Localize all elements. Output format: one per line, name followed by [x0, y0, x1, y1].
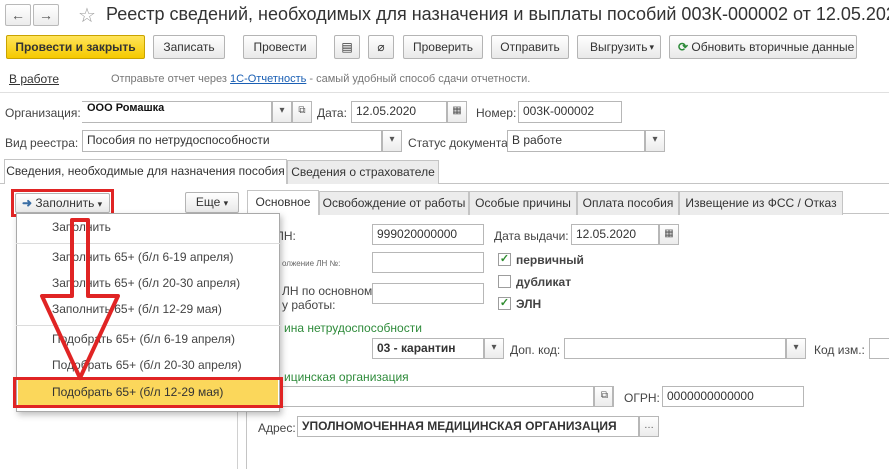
- main-job-label-2: у работы:: [282, 298, 336, 312]
- hint-suffix: - самый удобный способ сдачи отчетности.: [306, 73, 531, 85]
- org-field-border: [82, 101, 272, 123]
- extra-code-dropdown[interactable]: ▾: [786, 338, 806, 359]
- post-button[interactable]: Провести: [243, 35, 317, 59]
- address-label: Адрес:: [258, 421, 296, 435]
- chevron-down-icon: ▾: [649, 42, 654, 52]
- ogrn-field[interactable]: 0000000000000: [662, 386, 804, 407]
- doc-status-dropdown[interactable]: ▾: [645, 130, 665, 152]
- check-icon: ✓: [499, 253, 510, 265]
- favorite-star-icon[interactable]: ☆: [78, 3, 96, 28]
- write-button[interactable]: Записать: [153, 35, 225, 59]
- issue-date-calendar-button[interactable]: ▦: [659, 224, 679, 245]
- cause-dropdown[interactable]: ▾: [484, 338, 504, 359]
- doc-status-field[interactable]: В работе: [507, 130, 645, 152]
- forward-button[interactable]: →: [33, 4, 59, 26]
- issue-date-label: Дата выдачи:: [494, 229, 569, 243]
- post-and-close-button[interactable]: Провести и закрыть: [6, 35, 145, 59]
- chevron-down-icon: ▾: [279, 105, 285, 116]
- document-icon: ▤: [341, 40, 353, 54]
- send-button[interactable]: Отправить: [491, 35, 569, 59]
- annotation-arrow-down: [40, 218, 120, 380]
- address-select-button[interactable]: …: [639, 416, 659, 437]
- subtab-benefit-payment[interactable]: Оплата пособия: [577, 191, 679, 215]
- refresh-secondary-button[interactable]: ⟳ Обновить вторичные данные: [669, 35, 857, 59]
- subtab-main[interactable]: Основное: [247, 190, 319, 215]
- duplicate-label: дубликат: [516, 275, 572, 289]
- window-title: Реестр сведений, необходимых для назначе…: [106, 4, 889, 24]
- refresh-label: Обновить вторичные данные: [691, 40, 855, 54]
- number-field[interactable]: 003К-000002: [518, 101, 622, 123]
- arrow-right-icon: →: [39, 7, 53, 23]
- arrow-left-icon: ←: [11, 7, 25, 23]
- org-dropdown-button[interactable]: ▾: [272, 101, 292, 123]
- cause-field[interactable]: 03 - карантин: [372, 338, 484, 359]
- calendar-icon: ▦: [664, 228, 674, 239]
- address-field[interactable]: УПОЛНОМОЧЕННАЯ МЕДИЦИНСКАЯ ОРГАНИЗАЦИЯ: [297, 416, 639, 437]
- state-link[interactable]: В работе: [9, 72, 59, 86]
- registry-type-field[interactable]: Пособия по нетрудоспособности: [82, 130, 382, 152]
- calendar-icon: ▦: [452, 105, 462, 116]
- change-code-field[interactable]: [869, 338, 889, 359]
- extra-code-field[interactable]: [564, 338, 786, 359]
- org-open-button[interactable]: ⧉: [292, 101, 312, 123]
- chevron-down-icon: ▾: [223, 198, 229, 208]
- hint-prefix: Отправьте отчет через: [111, 73, 231, 85]
- refresh-icon: ⟳: [678, 40, 689, 54]
- tab-insurer-info[interactable]: Сведения о страхователе: [287, 160, 439, 184]
- med-org-field[interactable]: [282, 386, 594, 407]
- prev-ln-field[interactable]: [372, 252, 484, 273]
- export-dropdown[interactable]: Выгрузить ▾: [577, 35, 661, 59]
- reporting-hint: Отправьте отчет через 1С-Отчетность - са…: [111, 73, 530, 85]
- divider: [0, 92, 889, 93]
- med-org-open-button[interactable]: ⧉: [597, 386, 613, 407]
- doc-status-label: Статус документа:: [408, 136, 512, 150]
- check-icon: ✓: [499, 297, 510, 309]
- issue-date-field[interactable]: 12.05.2020: [571, 224, 659, 245]
- number-label: Номер:: [476, 106, 517, 120]
- chevron-down-icon: ▾: [793, 342, 799, 353]
- ln-number-field[interactable]: 999020000000: [372, 224, 484, 245]
- more-button[interactable]: Еще ▾: [185, 192, 239, 213]
- main-job-label-1: ЛН по основному: [282, 284, 379, 298]
- subtab-special-reasons[interactable]: Особые причины: [469, 191, 577, 215]
- ogrn-label: ОГРН:: [624, 391, 660, 405]
- ellipsis-icon: …: [644, 420, 654, 431]
- subtab-work-release[interactable]: Освобождение от работы: [319, 191, 469, 215]
- back-button[interactable]: ←: [5, 4, 31, 26]
- chevron-down-icon: ▾: [652, 134, 658, 145]
- registry-type-dropdown[interactable]: ▾: [382, 130, 402, 152]
- eln-checkbox[interactable]: ✓: [498, 297, 511, 310]
- registry-type-label: Вид реестра:: [5, 136, 79, 150]
- reporting-service-link[interactable]: 1С-Отчетность: [230, 73, 306, 85]
- chevron-down-icon: ▾: [389, 134, 395, 145]
- main-job-ln-field[interactable]: [372, 283, 484, 304]
- open-link-icon: ⧉: [298, 105, 306, 116]
- primary-checkbox[interactable]: ✓: [498, 253, 511, 266]
- chevron-down-icon: ▾: [491, 342, 497, 353]
- eln-label: ЭЛН: [516, 297, 542, 311]
- paperclip-icon: ⌀: [377, 40, 385, 54]
- export-label: Выгрузить: [590, 40, 648, 54]
- attach-button[interactable]: ⌀: [368, 35, 394, 59]
- cause-section-title: ина нетрудоспособности: [284, 321, 422, 335]
- org-label: Организация:: [5, 106, 81, 120]
- more-label: Еще: [195, 195, 221, 209]
- date-calendar-button[interactable]: ▦: [447, 101, 467, 123]
- date-label: Дата:: [317, 106, 347, 120]
- change-code-label: Код изм.:: [814, 343, 865, 357]
- extra-code-label: Доп. код:: [510, 343, 561, 357]
- check-button[interactable]: Проверить: [403, 35, 483, 59]
- open-link-icon: ⧉: [600, 390, 609, 401]
- prev-ln-label: олжение ЛН №:: [282, 259, 341, 268]
- subtab-fss-notice[interactable]: Извещение из ФСС / Отказ: [679, 191, 843, 215]
- med-org-section-title: ицинская организация: [284, 370, 409, 384]
- print-button[interactable]: ▤: [334, 35, 360, 59]
- duplicate-checkbox[interactable]: [498, 275, 511, 288]
- tab-benefit-info[interactable]: Сведения, необходимые для назначения пос…: [4, 159, 287, 184]
- primary-label: первичный: [516, 253, 584, 267]
- date-field[interactable]: 12.05.2020: [351, 101, 447, 123]
